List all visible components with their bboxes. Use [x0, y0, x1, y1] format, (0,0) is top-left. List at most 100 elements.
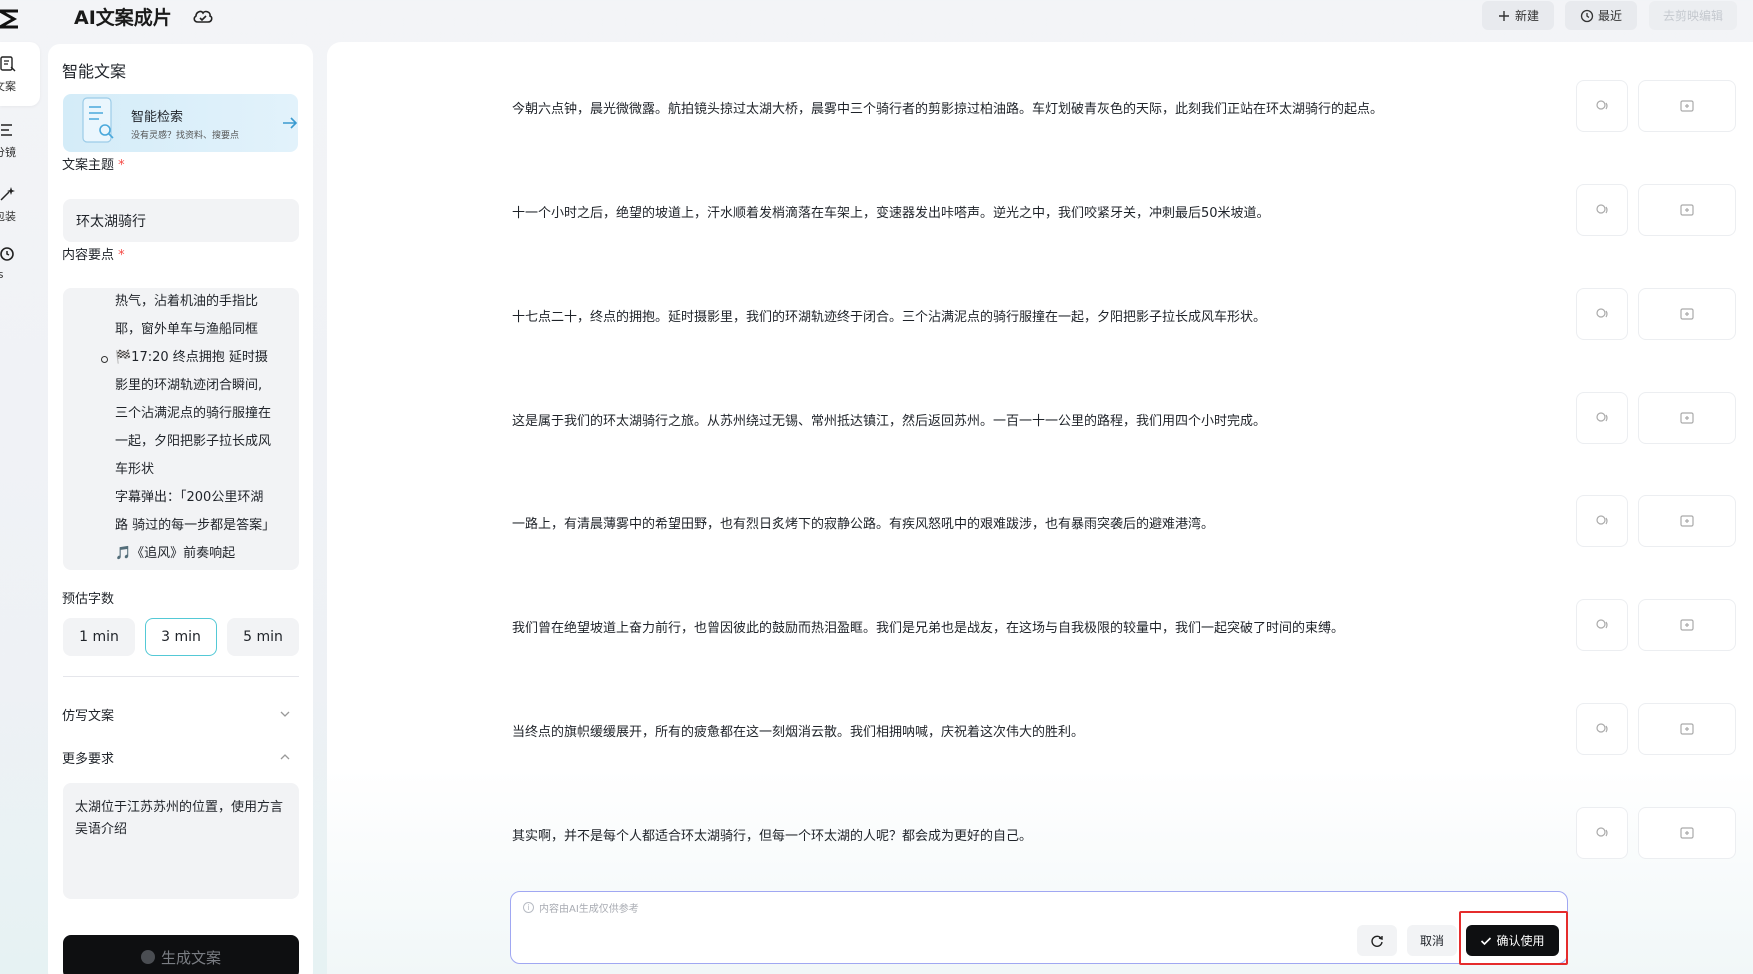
- rail-label: /s: [0, 268, 4, 281]
- insert-media-button[interactable]: [1638, 288, 1736, 340]
- loading-spinner-icon: [140, 950, 155, 964]
- voice-preview-button[interactable]: [1576, 80, 1628, 132]
- duration-option-3min[interactable]: 3 min: [145, 618, 217, 656]
- more-label: 更多要求: [62, 752, 115, 767]
- paragraph-text[interactable]: 我们曾在绝望坡道上奋力前行，也曾因彼此的鼓励而热泪盈眶。我们是兄弟也是战友，在这…: [512, 617, 1344, 636]
- add-media-icon: [1680, 308, 1694, 320]
- insert-media-button[interactable]: [1638, 392, 1736, 444]
- voice-icon: [1596, 723, 1608, 733]
- insert-media-button[interactable]: [1638, 80, 1736, 132]
- voice-preview-button[interactable]: [1576, 184, 1628, 236]
- script-panel: 智能文案 智能检索 没有灵感？找资料、搜要点 文案主题 * 环太湖骑行 内容要点…: [48, 44, 313, 974]
- cloud-sync-icon[interactable]: [192, 6, 214, 26]
- smart-search-title: 智能检索: [131, 110, 184, 125]
- paragraph-text[interactable]: 十一个小时之后，绝望的坡道上，汗水顺着发梢滴落在车架上，变速器发出咔嗒声。逆光之…: [512, 202, 1270, 221]
- insert-media-button[interactable]: [1638, 184, 1736, 236]
- insert-media-button[interactable]: [1638, 599, 1736, 651]
- insert-media-button[interactable]: [1638, 703, 1736, 755]
- confirm-use-button[interactable]: 确认使用: [1466, 925, 1559, 956]
- voice-preview-button[interactable]: [1576, 703, 1628, 755]
- plus-icon: [1498, 10, 1509, 21]
- keypoint-line: 车形状: [115, 462, 155, 477]
- voice-preview-button[interactable]: [1576, 495, 1628, 547]
- clock-icon: [1580, 9, 1594, 22]
- keypoints-textarea[interactable]: 热气，沾着机油的手指比 耶，窗外单车与渔船同框 🏁17:20 终点拥抱 延时摄 …: [63, 288, 299, 570]
- duration-options: 1 min 3 min 5 min: [63, 618, 299, 656]
- rail-label: 包装: [0, 210, 16, 223]
- new-button[interactable]: 新建: [1482, 1, 1554, 30]
- keypoint-line: 字幕弹出：「200公里环湖: [115, 490, 264, 505]
- more-requirements-toggle[interactable]: 更多要求: [62, 748, 292, 767]
- topic-input[interactable]: 环太湖骑行: [63, 199, 299, 242]
- paragraph-text[interactable]: 当终点的旗帜缓缓展开，所有的疲惫都在这一刻烟消云散。我们相拥呐喊，庆祝着这次伟大…: [512, 721, 1084, 740]
- ai-edit-input-bar[interactable]: i 内容由AI生成仅供参考 取消 确认使用: [510, 891, 1568, 964]
- recent-button[interactable]: 最近: [1565, 1, 1637, 30]
- keypoint-line: 影里的环湖轨迹闭合瞬间,: [115, 378, 263, 393]
- keypoints-label: 内容要点 *: [62, 248, 125, 263]
- edit-button-label: 去剪映编辑: [1662, 9, 1723, 23]
- rail-item-script[interactable]: 文案: [0, 42, 40, 106]
- duration-option-1min[interactable]: 1 min: [63, 618, 135, 656]
- add-media-icon: [1680, 100, 1694, 112]
- rail-item-package[interactable]: 包装: [0, 172, 40, 236]
- voice-icon: [1596, 619, 1608, 629]
- ai-disclaimer: i 内容由AI生成仅供参考: [523, 900, 639, 915]
- add-media-icon: [1680, 204, 1694, 216]
- paragraph-text[interactable]: 今朝六点钟，晨光微微露。航拍镜头掠过太湖大桥，晨雾中三个骑行者的剪影掠过柏油路。…: [512, 98, 1383, 117]
- paragraph-text[interactable]: 其实啊，并不是每个人都适合环太湖骑行，但每一个环太湖的人呢？都会成为更好的自己。: [512, 825, 1032, 844]
- insert-media-button[interactable]: [1638, 807, 1736, 859]
- insert-media-button[interactable]: [1638, 495, 1736, 547]
- add-media-icon: [1680, 515, 1694, 527]
- voice-icon: [1596, 308, 1608, 318]
- arrow-right-icon: [283, 117, 298, 129]
- voice-icon: [1596, 412, 1608, 422]
- keypoint-line: 耶，窗外单车与渔船同框: [115, 322, 259, 337]
- rail-item-timer[interactable]: /s: [0, 232, 40, 296]
- cancel-button[interactable]: 取消: [1407, 925, 1457, 956]
- app-title: AI文案成片: [74, 7, 172, 29]
- generate-button-label: 生成文案: [160, 948, 221, 967]
- required-mark: *: [118, 158, 125, 173]
- voice-icon: [1596, 827, 1608, 837]
- topic-label: 文案主题 *: [62, 158, 125, 173]
- rail-label: 文案: [0, 80, 16, 93]
- check-icon: [1481, 936, 1492, 945]
- add-media-icon: [1680, 619, 1694, 631]
- keypoint-line: 三个沾满泥点的骑行服撞在: [115, 406, 272, 421]
- paragraph-text[interactable]: 一路上，有清晨薄雾中的希望田野，也有烈日炙烤下的寂静公路。有疾风怒吼中的艰难跋涉…: [512, 513, 1214, 532]
- timer-icon: [0, 247, 14, 261]
- paragraph-text[interactable]: 十七点二十，终点的拥抱。延时摄影里，我们的环湖轨迹终于闭合。三个沾满泥点的骑行服…: [512, 306, 1266, 325]
- ai-disclaimer-text: 内容由AI生成仅供参考: [539, 904, 639, 915]
- voice-preview-button[interactable]: [1576, 807, 1628, 859]
- duration-option-5min[interactable]: 5 min: [227, 618, 299, 656]
- top-bar: AI文案成片 新建 最近 去剪映编辑: [0, 0, 1753, 42]
- voice-preview-button[interactable]: [1576, 599, 1628, 651]
- edit-in-capcut-button[interactable]: 去剪映编辑: [1649, 1, 1737, 30]
- capcut-logo-icon[interactable]: [0, 6, 22, 32]
- voice-preview-button[interactable]: [1576, 392, 1628, 444]
- keypoint-line: 🎵《追风》前奏响起: [115, 546, 236, 561]
- rail-item-storyboard[interactable]: 分镜: [0, 108, 40, 172]
- recent-button-label: 最近: [1597, 9, 1622, 23]
- chevron-down-icon: [280, 711, 290, 717]
- keypoint-line: 🏁17:20 终点拥抱 延时摄: [101, 344, 289, 372]
- keypoint-line: 路 骑过的每一步都是答案」: [115, 518, 276, 533]
- sparkle-icon: [0, 187, 15, 201]
- add-media-icon: [1680, 412, 1694, 424]
- confirm-button-label: 确认使用: [1496, 934, 1545, 948]
- regenerate-button[interactable]: [1357, 925, 1397, 956]
- doc-edit-icon: [0, 56, 16, 72]
- doc-search-icon: [82, 97, 114, 143]
- more-requirements-textarea[interactable]: 太湖位于江苏苏州的位置，使用方言吴语介绍: [63, 783, 299, 899]
- voice-preview-button[interactable]: [1576, 288, 1628, 340]
- add-media-icon: [1680, 827, 1694, 839]
- rail-label: 分镜: [0, 146, 16, 159]
- imitate-section-toggle[interactable]: 仿写文案: [62, 705, 292, 724]
- info-icon: i: [523, 902, 534, 913]
- voice-icon: [1596, 204, 1608, 214]
- refresh-icon: [1371, 935, 1383, 947]
- paragraph-text[interactable]: 这是属于我们的环太湖骑行之旅。从苏州绕过无锡、常州抵达镇江，然后返回苏州。一百一…: [512, 410, 1266, 429]
- imitate-label: 仿写文案: [62, 709, 115, 724]
- smart-search-card[interactable]: 智能检索 没有灵感？找资料、搜要点: [63, 94, 298, 152]
- generate-button[interactable]: 生成文案: [63, 935, 299, 974]
